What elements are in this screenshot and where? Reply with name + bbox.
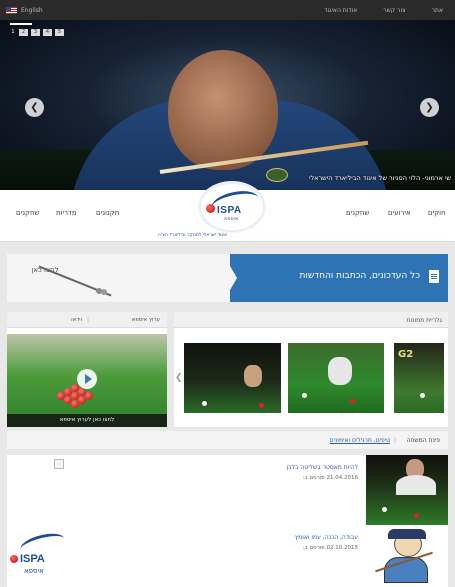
hero-caption: שי ארמוני- הלוי הסניור של איגוד הביליארד… bbox=[309, 174, 451, 182]
news-cta[interactable]: לחצו כאן bbox=[16, 262, 112, 297]
article-item[interactable]: עבודה, הכנה, עמו ואומץ 02.10.2015 פורסם … bbox=[7, 525, 448, 587]
article-date: 02.10.2015 פורסם ב: bbox=[302, 545, 358, 551]
slide-pagination: 1 2 3 4 5 bbox=[10, 23, 64, 36]
article-image[interactable] bbox=[366, 525, 448, 587]
nav-item-regulations[interactable]: תקנונים bbox=[96, 209, 119, 217]
video-label: וידאו bbox=[71, 317, 82, 323]
red-ball-icon bbox=[206, 204, 215, 213]
slide-page[interactable]: 4 bbox=[43, 29, 52, 36]
language-switcher[interactable]: English bbox=[6, 6, 43, 14]
nav-item-players[interactable]: שחקנים bbox=[346, 209, 370, 217]
tips-label: פינת המשחה bbox=[406, 437, 440, 444]
page: English אודות האיגוד צור קשר אתר 1 2 3 4… bbox=[0, 0, 455, 587]
article-date: 21.04.2016 פורסם ב: bbox=[302, 475, 358, 481]
footer-ispa-logo[interactable]: ISPA איספא bbox=[10, 529, 70, 581]
slide-progress-bar bbox=[10, 23, 32, 25]
nav-item-guides[interactable]: מדריות bbox=[56, 209, 77, 217]
gallery-thumb-text: G2 bbox=[398, 349, 414, 360]
article-headline[interactable]: להיות מאסטר בשליטה בלבן bbox=[287, 464, 359, 471]
gallery-header: גלריית תמונות bbox=[174, 312, 448, 328]
nav-item-events[interactable]: אירועים bbox=[388, 209, 411, 217]
top-link-about[interactable]: אודות האיגוד bbox=[324, 7, 357, 14]
gallery-thumb[interactable]: G2 bbox=[394, 343, 444, 413]
news-banner[interactable]: כל העדכונים, הכתבות והחדשות לחצו כאן bbox=[7, 254, 448, 302]
news-banner-notch bbox=[223, 254, 237, 302]
video-channel-link[interactable]: ערוץ איספא bbox=[132, 317, 160, 323]
us-flag-icon bbox=[6, 6, 17, 14]
play-icon[interactable] bbox=[77, 369, 97, 389]
nav-item-rules[interactable]: חוקים bbox=[428, 209, 446, 217]
slide-page[interactable]: 3 bbox=[31, 29, 40, 36]
tips-separator: | bbox=[393, 437, 396, 444]
video-panel: ערוץ איספא | וידאו לחצו כאן לערוץ איספא bbox=[7, 312, 167, 427]
nav-item-players-left[interactable]: שחקנים bbox=[16, 209, 40, 217]
red-ball-icon bbox=[10, 555, 18, 563]
shirt-badge-icon bbox=[266, 168, 288, 182]
footer-logo-text: ISPA bbox=[20, 553, 45, 565]
top-link-contact[interactable]: צור קשר bbox=[383, 7, 405, 14]
top-bar: English אודות האיגוד צור קשר אתר bbox=[0, 0, 455, 20]
balls-illustration-icon bbox=[96, 288, 102, 294]
news-title: כל העדכונים, הכתבות והחדשות bbox=[299, 271, 420, 281]
top-link-site[interactable]: אתר bbox=[432, 7, 443, 14]
gallery-title: גלריית תמונות bbox=[406, 317, 442, 324]
language-label: English bbox=[21, 6, 43, 14]
hero-player-head bbox=[168, 50, 278, 170]
video-header: ערוץ איספא | וידאו bbox=[7, 312, 167, 328]
video-header-separator: | bbox=[87, 317, 89, 323]
slide-current[interactable]: 1 bbox=[10, 29, 16, 36]
slide-page[interactable]: 5 bbox=[55, 29, 64, 36]
hero-slider: 1 2 3 4 5 ❮ ❯ שי ארמוני- הלוי הסניור של … bbox=[0, 20, 455, 190]
top-links: אודות האיגוד צור קשר אתר bbox=[324, 7, 443, 14]
slider-prev-button[interactable]: ❮ bbox=[25, 98, 44, 117]
article-headline[interactable]: עבודה, הכנה, עמו ואומץ bbox=[295, 534, 358, 541]
tips-row: פינת המשחה | טיפים, תרגילים ואימונים bbox=[7, 431, 448, 449]
slide-page[interactable]: 2 bbox=[19, 29, 28, 36]
broken-image-icon bbox=[54, 459, 64, 469]
tips-link[interactable]: טיפים, תרגילים ואימונים bbox=[330, 437, 390, 444]
video-caption: לחצו כאן לערוץ איספא bbox=[7, 414, 167, 427]
logo-text: ISPA bbox=[217, 205, 242, 216]
gallery-thumb[interactable] bbox=[288, 343, 384, 413]
slider-next-button[interactable]: ❯ bbox=[420, 98, 439, 117]
logo-hebrew: איספא bbox=[224, 216, 239, 222]
gallery-thumb[interactable] bbox=[184, 343, 281, 413]
document-icon bbox=[429, 270, 439, 283]
article-image[interactable] bbox=[366, 455, 448, 525]
photo-gallery: גלריית תמונות ❮ G2 bbox=[174, 312, 448, 427]
article-item[interactable]: להיות מאסטר בשליטה בלבן 21.04.2016 פורסם… bbox=[7, 455, 448, 525]
logo-tagline: איגוד ישראלי לסנוקר וביליארד הצ'ה bbox=[158, 233, 228, 238]
ispa-logo[interactable]: ISPA איספא bbox=[199, 180, 267, 234]
footer-logo-hebrew: איספא bbox=[24, 567, 44, 575]
gallery-prev-arrow[interactable]: ❮ bbox=[175, 373, 183, 383]
video-thumbnail[interactable]: לחצו כאן לערוץ איספא bbox=[7, 334, 167, 427]
